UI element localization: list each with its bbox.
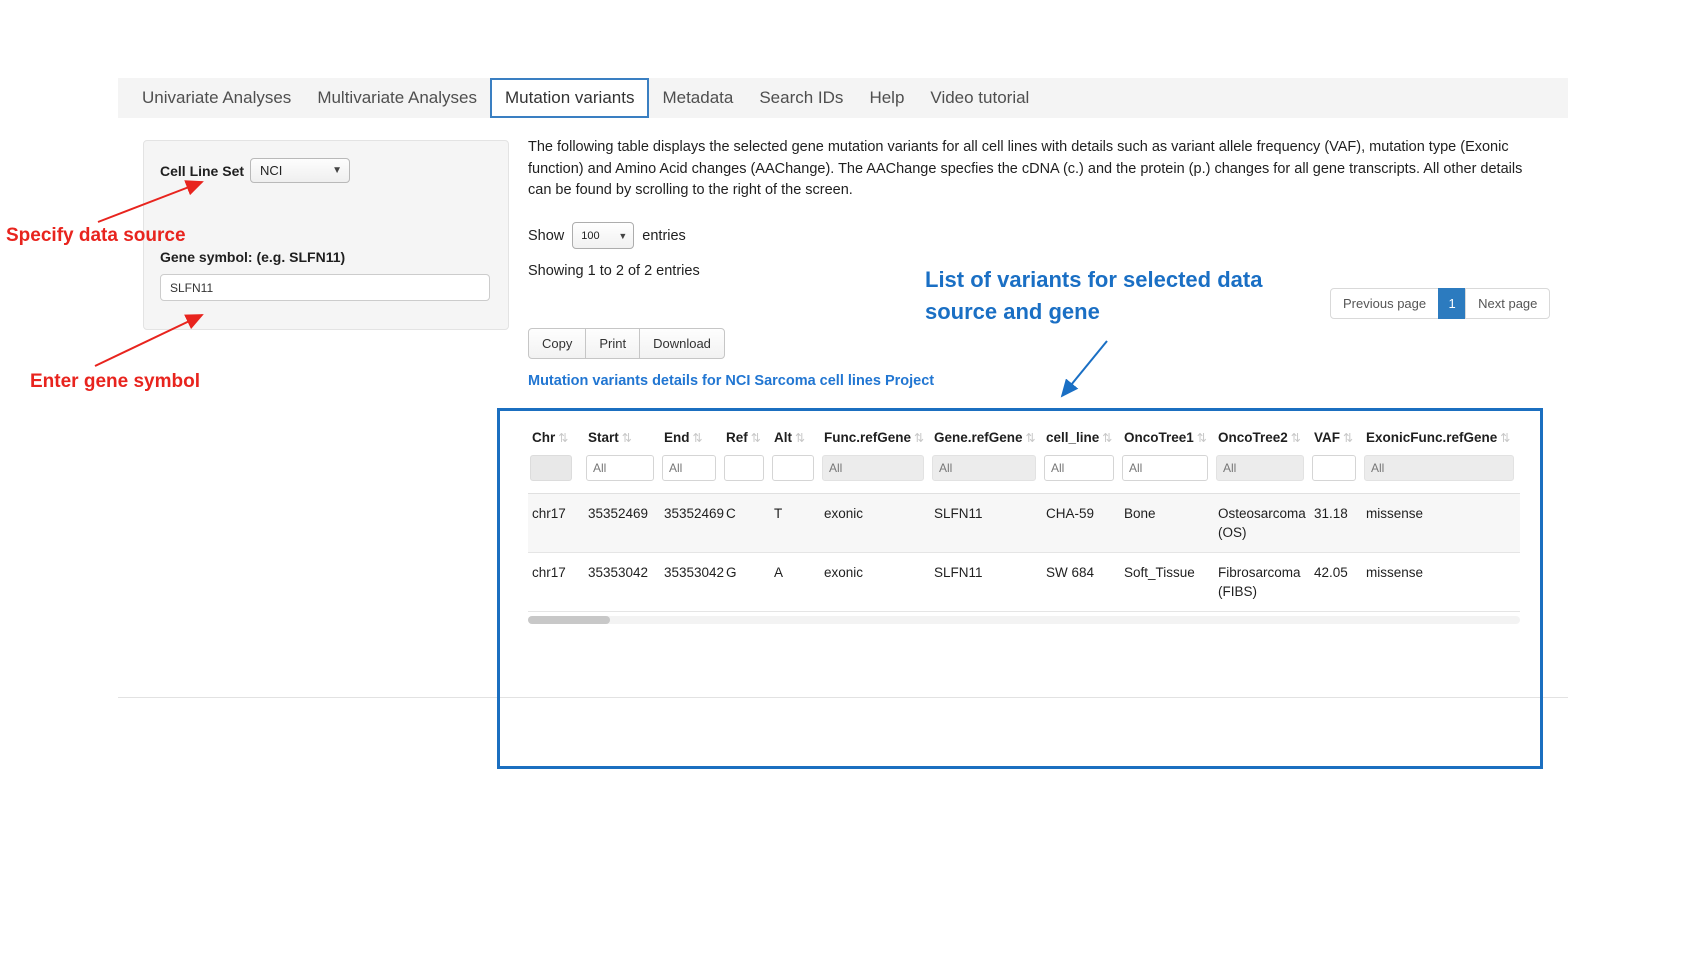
table-highlight-box	[497, 408, 1543, 769]
show-entries-control: Show 100 ▼ entries	[528, 222, 686, 249]
show-label: Show	[528, 228, 564, 244]
tab-multivariate-analyses[interactable]: Multivariate Analyses	[304, 78, 490, 118]
chevron-down-icon: ▼	[332, 165, 342, 176]
download-button[interactable]: Download	[639, 328, 725, 359]
annotation-list-of-variants: List of variants for selected data sourc…	[925, 264, 1325, 328]
export-button-group: Copy Print Download	[528, 328, 725, 359]
control-panel: Cell Line Set NCI ▼ Gene symbol: (e.g. S…	[143, 140, 509, 330]
tab-univariate-analyses[interactable]: Univariate Analyses	[129, 78, 304, 118]
table-caption: Mutation variants details for NCI Sarcom…	[528, 373, 934, 389]
previous-page-button[interactable]: Previous page	[1330, 288, 1439, 319]
main-nav: Univariate Analyses Multivariate Analyse…	[118, 78, 1568, 118]
tab-search-ids[interactable]: Search IDs	[746, 78, 856, 118]
annotation-specify-data-source: Specify data source	[6, 225, 186, 247]
table-info-text: Showing 1 to 2 of 2 entries	[528, 263, 700, 279]
scrollbar-thumb[interactable]	[528, 616, 610, 624]
page-length-value: 100	[581, 230, 599, 242]
cell-line-set-label: Cell Line Set	[160, 163, 244, 179]
gene-symbol-input[interactable]	[160, 274, 490, 301]
tab-metadata[interactable]: Metadata	[649, 78, 746, 118]
next-page-button[interactable]: Next page	[1465, 288, 1550, 319]
gene-symbol-label: Gene symbol: (e.g. SLFN11)	[160, 249, 492, 265]
page-length-select[interactable]: 100 ▼	[572, 222, 634, 249]
annotation-enter-gene-symbol: Enter gene symbol	[30, 371, 200, 393]
page: Univariate Analyses Multivariate Analyse…	[0, 0, 1700, 956]
table-description: The following table displays the selecte…	[528, 137, 1528, 202]
copy-button[interactable]: Copy	[528, 328, 586, 359]
blue-arrow-list-of-variants	[1062, 341, 1107, 396]
tab-help[interactable]: Help	[856, 78, 917, 118]
cell-line-set-value: NCI	[260, 163, 282, 178]
cell-line-set-select[interactable]: NCI ▼	[250, 158, 350, 183]
pagination: Previous page 1 Next page	[1330, 288, 1550, 319]
chevron-down-icon: ▼	[618, 231, 627, 241]
tab-mutation-variants[interactable]: Mutation variants	[490, 78, 649, 118]
horizontal-scrollbar[interactable]	[528, 616, 1520, 624]
entries-label: entries	[642, 228, 686, 244]
tab-video-tutorial[interactable]: Video tutorial	[917, 78, 1042, 118]
print-button[interactable]: Print	[585, 328, 640, 359]
current-page-button[interactable]: 1	[1438, 288, 1466, 319]
